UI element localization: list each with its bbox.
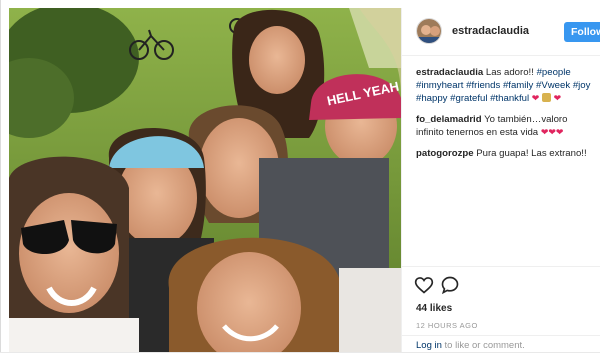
avatar[interactable] — [416, 18, 442, 44]
post-timestamp: 12 HOURS AGO — [416, 321, 478, 330]
login-prompt-text: to like or comment. — [441, 340, 525, 351]
instagram-post: HELL YEAH estradaclaudia Follo estradacl… — [0, 0, 600, 352]
hashtag-link[interactable]: #thankful — [490, 93, 529, 104]
hashtag-link[interactable]: #happy — [416, 93, 447, 104]
caption-username[interactable]: estradaclaudia — [416, 67, 483, 78]
heart-emoji-icon: ❤ — [553, 93, 562, 103]
heart-outline-icon[interactable] — [414, 275, 434, 295]
people-emoji-icon — [542, 93, 551, 102]
heart-emoji-icon: ❤ — [548, 127, 556, 137]
group-selfie-image: HELL YEAH — [9, 8, 401, 352]
comment-text: Pura guapa! Las extrano!! — [476, 148, 587, 159]
header-username[interactable]: estradaclaudia — [452, 25, 529, 37]
comment-username[interactable]: patogorozpe — [416, 148, 474, 159]
hashtag-link[interactable]: #joy — [573, 80, 591, 91]
comment-username[interactable]: fo_delamadrid — [416, 114, 482, 125]
post-photo[interactable]: HELL YEAH — [9, 8, 401, 352]
caption: estradaclaudia Las adoro!! #people #inmy… — [416, 66, 596, 105]
hashtag-link[interactable]: #Vweek — [536, 80, 570, 91]
likes-count[interactable]: 44 likes — [416, 303, 452, 314]
hashtag-link[interactable]: #family — [503, 80, 533, 91]
hashtag-link[interactable]: #grateful — [450, 93, 487, 104]
comment-item: patogorozpe Pura guapa! Las extrano!! — [416, 147, 596, 160]
login-link[interactable]: Log in — [416, 340, 442, 351]
follow-button[interactable]: Follow — [564, 22, 600, 42]
comment-bubble-icon[interactable] — [440, 275, 460, 295]
heart-emoji-icon: ❤ — [531, 93, 540, 103]
login-prompt: Log in to like or comment. — [402, 335, 600, 353]
post-header: estradaclaudia Follow — [402, 8, 600, 56]
caption-text: Las adoro!! — [485, 67, 534, 78]
hashtag-link[interactable]: #friends — [466, 80, 500, 91]
hashtag-link[interactable]: #inmyheart — [416, 80, 463, 91]
comment-item: fo_delamadrid Yo también…valoro infinito… — [416, 113, 596, 139]
comments-section: estradaclaudia Las adoro!! #people #inmy… — [416, 66, 596, 168]
post-actions: 44 likes 12 HOURS AGO Log in to like or … — [402, 266, 600, 353]
post-side-panel: estradaclaudia Follow estradaclaudia Las… — [401, 8, 600, 352]
hashtag-link[interactable]: #people — [537, 67, 571, 78]
heart-emoji-icon: ❤ — [555, 127, 564, 137]
